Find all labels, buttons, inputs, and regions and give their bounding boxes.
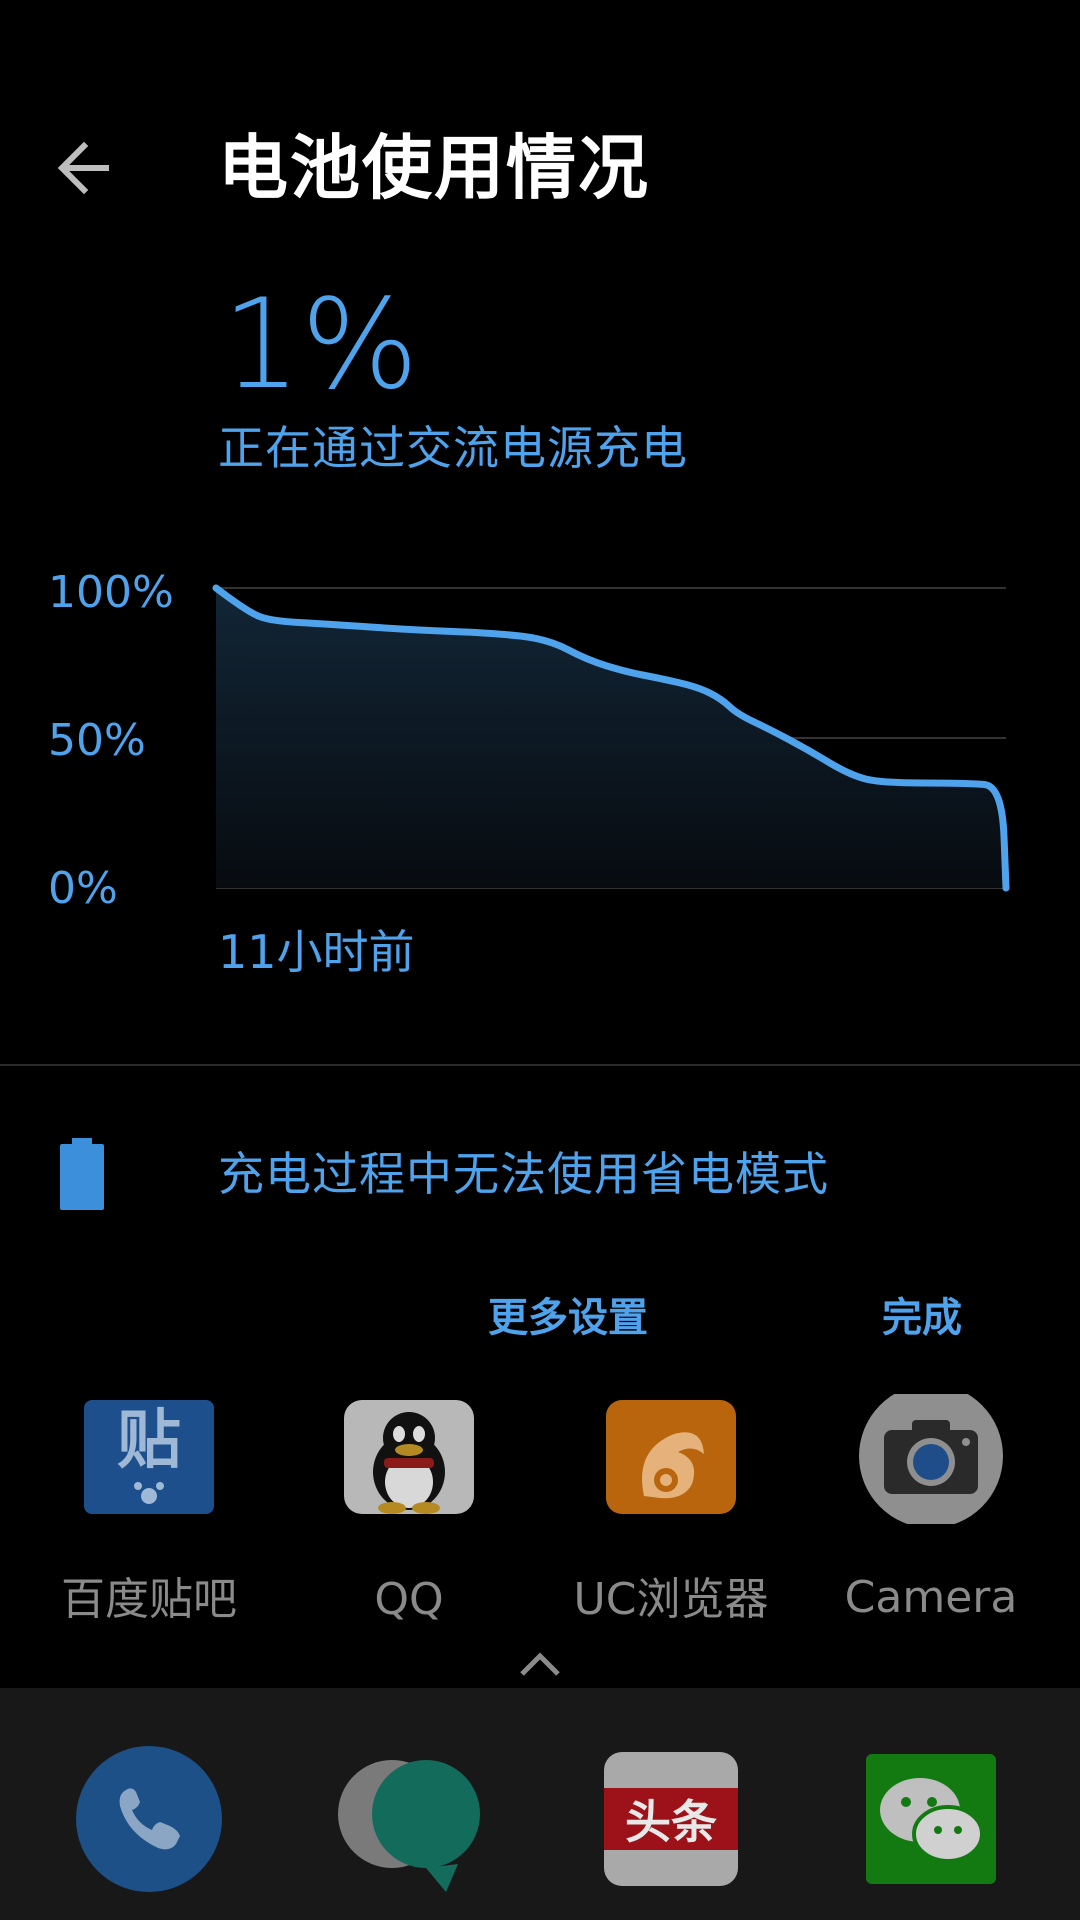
toutiao-icon[interactable]: 头条 <box>596 1744 746 1894</box>
more-settings-button[interactable]: 更多设置 <box>488 1290 648 1346</box>
wechat-icon[interactable] <box>856 1744 1006 1894</box>
app-label: Camera <box>844 1572 1018 1623</box>
app-label: QQ <box>374 1574 444 1625</box>
app-qq[interactable]: QQ <box>294 1400 524 1628</box>
toutiao-text: 头条 <box>625 1795 717 1849</box>
svg-text:贴: 贴 <box>117 1404 181 1478</box>
done-button[interactable]: 完成 <box>882 1290 962 1346</box>
charging-status: 正在通过交流电源充电 <box>218 421 688 475</box>
back-button[interactable] <box>44 128 124 208</box>
battery-icon <box>60 1138 104 1210</box>
chevron-up-icon[interactable] <box>516 1648 564 1680</box>
battery-chart <box>212 584 1010 892</box>
messages-icon[interactable] <box>334 1744 484 1894</box>
camera-icon <box>859 1384 1003 1528</box>
x-axis-label: 11小时前 <box>218 925 415 979</box>
phone-icon[interactable] <box>74 1744 224 1894</box>
battery-usage-screen: 电池使用情况 1% 正在通过交流电源充电 100% 50% 0% 11小时前 充… <box>0 0 1080 1920</box>
battery-saver-message: 充电过程中无法使用省电模式 <box>218 1147 829 1201</box>
tieba-icon: 贴 <box>84 1400 214 1514</box>
app-tieba[interactable]: 贴 百度贴吧 <box>34 1400 264 1628</box>
qq-icon <box>344 1400 474 1514</box>
app-label: UC浏览器 <box>573 1574 769 1625</box>
battery-percent: 1% <box>222 273 419 417</box>
uc-browser-icon <box>606 1400 736 1514</box>
divider <box>0 1064 1080 1066</box>
page-title: 电池使用情况 <box>218 127 650 209</box>
app-uc-browser[interactable]: UC浏览器 <box>556 1400 786 1628</box>
app-camera[interactable]: Camera <box>816 1384 1046 1626</box>
app-label: 百度贴吧 <box>61 1574 237 1625</box>
arrow-left-icon <box>57 141 109 195</box>
